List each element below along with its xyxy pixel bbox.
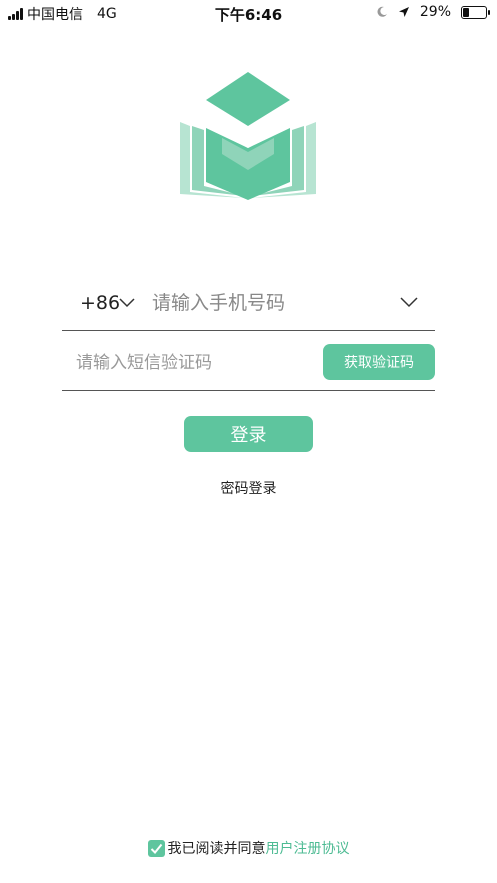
sms-code-input[interactable] [76,347,296,379]
chevron-down-icon[interactable] [118,293,136,311]
phone-row: +86 [62,281,435,331]
checkmark-icon [150,843,162,854]
status-bar: 中国电信 4G 下午6:46 29% [0,0,497,26]
location-arrow-icon [398,7,409,17]
country-code[interactable]: +86 [80,292,120,314]
battery-percent: 29% [419,4,451,20]
battery-icon [461,5,490,19]
app-logo [180,72,316,200]
code-row: 获取验证码 [62,341,435,391]
login-screen: 中国电信 4G 下午6:46 29% +86 请输入手机号码 请输入短信验证码 … [0,0,497,883]
moon-icon [377,6,387,17]
phone-input[interactable] [152,287,382,319]
chevron-down-icon[interactable] [399,293,419,311]
password-login-link[interactable]: 密码登录 [0,478,497,498]
agreement-link[interactable]: 用户注册协议 [266,838,350,858]
agreement-text: 我已阅读并同意 [167,841,266,857]
agreement-row: 我已阅读并同意 用户注册协议 [0,838,497,858]
battery-level [463,7,469,17]
status-right: 29% [376,4,490,20]
login-button[interactable]: 登录 [184,416,313,452]
agreement-checkbox[interactable] [147,839,165,857]
logo-cap-top [206,72,290,126]
get-code-button[interactable]: 获取验证码 [323,344,435,380]
password-login-label: 密码登录 [220,481,277,497]
